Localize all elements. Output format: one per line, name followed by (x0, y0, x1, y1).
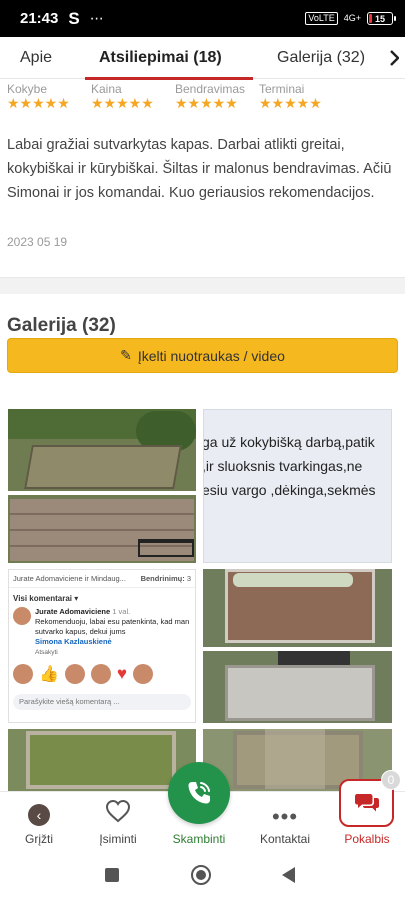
photo-grave (24, 445, 182, 489)
battery-percent: 15 (374, 13, 385, 24)
fb-comment: Jurate Adomaviciene 1 val. Rekomenduoju,… (9, 605, 195, 649)
rating-deadlines: Terminai ★★★★★ (259, 83, 343, 111)
photo-text: ga už kokybišką darbą,patik ,ir sluoksni… (203, 430, 391, 502)
stars-icon: ★★★★★ (175, 95, 238, 111)
tab-gallery[interactable]: Galerija (32) (253, 37, 383, 79)
photo-bench (138, 539, 194, 557)
status-bar: 21:43 S ⋯ VoLTE 4G+ 15 (0, 0, 405, 37)
photo-grave (26, 731, 176, 789)
gallery-title: Galerija (32) (7, 315, 116, 336)
tab-about[interactable]: Apie (0, 37, 85, 79)
app-notification-icon: S (68, 8, 80, 28)
photo-blur (265, 729, 325, 789)
reaction-icon (64, 664, 85, 684)
fb-post-title: Jurate Adomaviciene ir Mindaug... (13, 574, 126, 583)
reaction-icon (133, 664, 154, 684)
volte-icon: VoLTE (305, 12, 338, 25)
back-arrow-icon: ‹ (28, 804, 50, 826)
gallery-photo-facebook[interactable]: Jurate Adomaviciene ir Mindaug... Bendri… (8, 569, 196, 723)
system-nav-bar (0, 853, 405, 900)
gallery-photo-text[interactable]: ga už kokybišką darbą,patik ,ir sluoksni… (203, 409, 392, 563)
call-fab[interactable] (168, 762, 230, 824)
system-back-icon[interactable] (282, 867, 295, 883)
heart-icon: ♥ (116, 664, 128, 683)
fb-header: Jurate Adomaviciene ir Mindaug... Bendri… (9, 570, 195, 588)
back-button[interactable]: ‹ Grįžti (10, 792, 68, 854)
photo-divider (8, 491, 196, 495)
review-text: Labai gražiai sutvarkytas kapas. Darbai … (7, 137, 392, 201)
stars-icon: ★★★★★ (259, 95, 322, 111)
call-label: Skambinti (172, 832, 226, 846)
rating-price: Kaina ★★★★★ (91, 83, 175, 111)
battery-icon: 15 (367, 12, 396, 25)
chat-bubbles-icon (354, 794, 379, 812)
upload-photos-label: Įkelti nuotraukas / video (137, 347, 285, 364)
thumbs-up-icon: 👍 (39, 666, 59, 683)
home-dot (196, 870, 206, 880)
fb-reply: Atsakyti (35, 649, 58, 656)
more-dots-icon: ••• (271, 804, 299, 829)
fb-shares: Bendrinimų: 3 (141, 574, 191, 583)
reaction-icon (90, 664, 111, 684)
fb-shares-label: Bendrinimų: (140, 574, 185, 583)
fb-comment-text: Rekomenduoju, labai esu patenkinta, kad … (35, 617, 190, 636)
fb-comment-bubble: Jurate Adomaviciene 1 val. Rekomenduoju,… (35, 607, 191, 647)
photo-gravel (225, 665, 375, 721)
gallery-photo[interactable] (8, 409, 196, 563)
contacts-label: Kontaktai (259, 832, 311, 846)
fb-comment-input: Parašykite viešą komentarą ... (13, 694, 191, 710)
pencil-icon: ✎ (120, 347, 132, 363)
review-ratings: Kokybe ★★★★★ Kaina ★★★★★ Bendravimas ★★★… (7, 83, 343, 111)
photo-headstone (278, 651, 350, 665)
photo-tile-line (10, 513, 194, 515)
rating-communication: Bendravimas ★★★★★ (175, 83, 259, 111)
fb-shares-count: 3 (186, 574, 191, 583)
section-tabs: Apie Atsiliepimai (18) Galerija (32) (0, 37, 405, 80)
section-divider (0, 277, 405, 294)
tab-reviews[interactable]: Atsiliepimai (18) (85, 37, 253, 80)
photo-text-line: ,ir sluoksnis tvarkingas,ne (203, 458, 363, 474)
photo-text-line: ga už kokybišką darbą,patik (203, 434, 375, 450)
stars-icon: ★★★★★ (91, 95, 154, 111)
more-notifications-icon: ⋯ (89, 10, 105, 26)
fb-sort: Visi komentarai ▾ (13, 594, 79, 603)
chevron-right-icon[interactable] (383, 37, 405, 79)
photo-flowers (233, 573, 353, 587)
chat-label: Pokalbis (344, 832, 390, 846)
chat-unread-badge: 0 (381, 770, 401, 790)
heart-outline-icon (105, 799, 131, 826)
recent-apps-icon[interactable] (105, 868, 119, 882)
status-time: 21:43 (20, 10, 59, 27)
gallery-photo[interactable] (8, 729, 196, 791)
avatar (13, 607, 31, 625)
stars-icon: ★★★★★ (7, 95, 70, 111)
network-signal-icon: 4G+ (343, 13, 361, 23)
rating-quality: Kokybe ★★★★★ (7, 83, 91, 111)
gallery-photo[interactable] (203, 569, 392, 723)
remember-label: Įsiminti (99, 832, 137, 846)
contacts-button[interactable]: ••• Kontaktai (252, 792, 318, 854)
remember-button[interactable]: Įsiminti (82, 792, 154, 854)
status-indicators: VoLTE 4G+ 15 (305, 12, 396, 25)
photo-tile-line (10, 529, 194, 531)
fb-mention: Simona Kazlauskienė (35, 637, 112, 646)
fb-comment-time: 1 val. (112, 607, 131, 616)
upload-photos-button[interactable]: ✎ Įkelti nuotraukas / video (7, 338, 398, 373)
reaction-icon (13, 664, 33, 684)
photo-text-line: esiu vargo ,dėkinga,sekmės (203, 482, 376, 498)
fb-commenter-name: Jurate Adomaviciene (35, 607, 111, 616)
phone-icon (188, 782, 210, 804)
battery-fill (369, 14, 372, 23)
back-label: Grįžti (25, 832, 53, 846)
review-date: 2023 05 19 (7, 235, 68, 249)
fb-reactions: 👍 ♥ (9, 656, 195, 688)
home-icon[interactable] (191, 865, 211, 885)
